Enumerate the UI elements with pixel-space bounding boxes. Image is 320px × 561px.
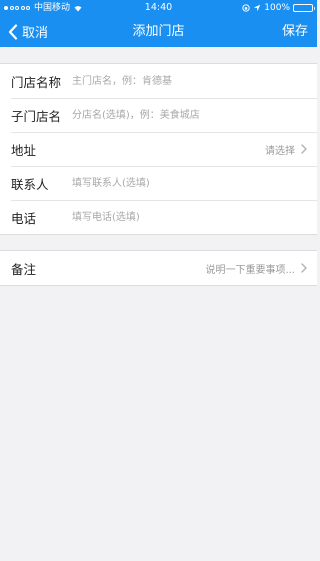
- phone-row: 电话: [0, 200, 317, 234]
- save-button[interactable]: 保存: [282, 16, 308, 47]
- page-title: 添加门店: [132, 24, 185, 39]
- sub-store-name-input[interactable]: [72, 104, 307, 126]
- battery-icon: [293, 4, 315, 12]
- notes-row[interactable]: 备注 说明一下重要事项...: [0, 251, 317, 285]
- phone-label: 电话: [11, 210, 37, 226]
- address-label: 地址: [11, 142, 37, 158]
- contact-input[interactable]: [72, 172, 307, 194]
- top-bar: 中国移动 14:40 100% 取消 添加门店 保存: [0, 0, 317, 47]
- store-info-form: 门店名称 子门店名 地址 请选择 联系人 电话: [0, 63, 317, 235]
- notes-label: 备注: [11, 261, 37, 277]
- contact-label: 联系人: [11, 176, 49, 192]
- chevron-right-icon: [301, 144, 307, 154]
- status-bar: 中国移动 14:40 100%: [0, 0, 317, 16]
- navigation-bar: 取消 添加门店 保存: [0, 16, 317, 47]
- battery-percent: 100%: [264, 3, 290, 13]
- store-name-row: 门店名称: [0, 64, 317, 98]
- address-select[interactable]: 请选择: [265, 142, 307, 157]
- phone-input[interactable]: [72, 206, 307, 228]
- store-name-input[interactable]: [72, 70, 307, 92]
- notes-section: 备注 说明一下重要事项...: [0, 250, 317, 286]
- rotation-lock-icon: [242, 4, 250, 12]
- contact-row: 联系人: [0, 166, 317, 200]
- sub-store-name-row: 子门店名: [0, 98, 317, 132]
- notes-select[interactable]: 说明一下重要事项...: [205, 261, 307, 276]
- address-row[interactable]: 地址 请选择: [0, 132, 317, 166]
- location-arrow-icon: [254, 4, 261, 12]
- notes-value: 说明一下重要事项...: [205, 264, 295, 276]
- status-right: 100%: [242, 0, 315, 16]
- sub-store-name-label: 子门店名: [11, 108, 62, 124]
- address-value: 请选择: [265, 145, 295, 157]
- chevron-right-icon: [301, 263, 307, 273]
- store-name-label: 门店名称: [11, 74, 62, 90]
